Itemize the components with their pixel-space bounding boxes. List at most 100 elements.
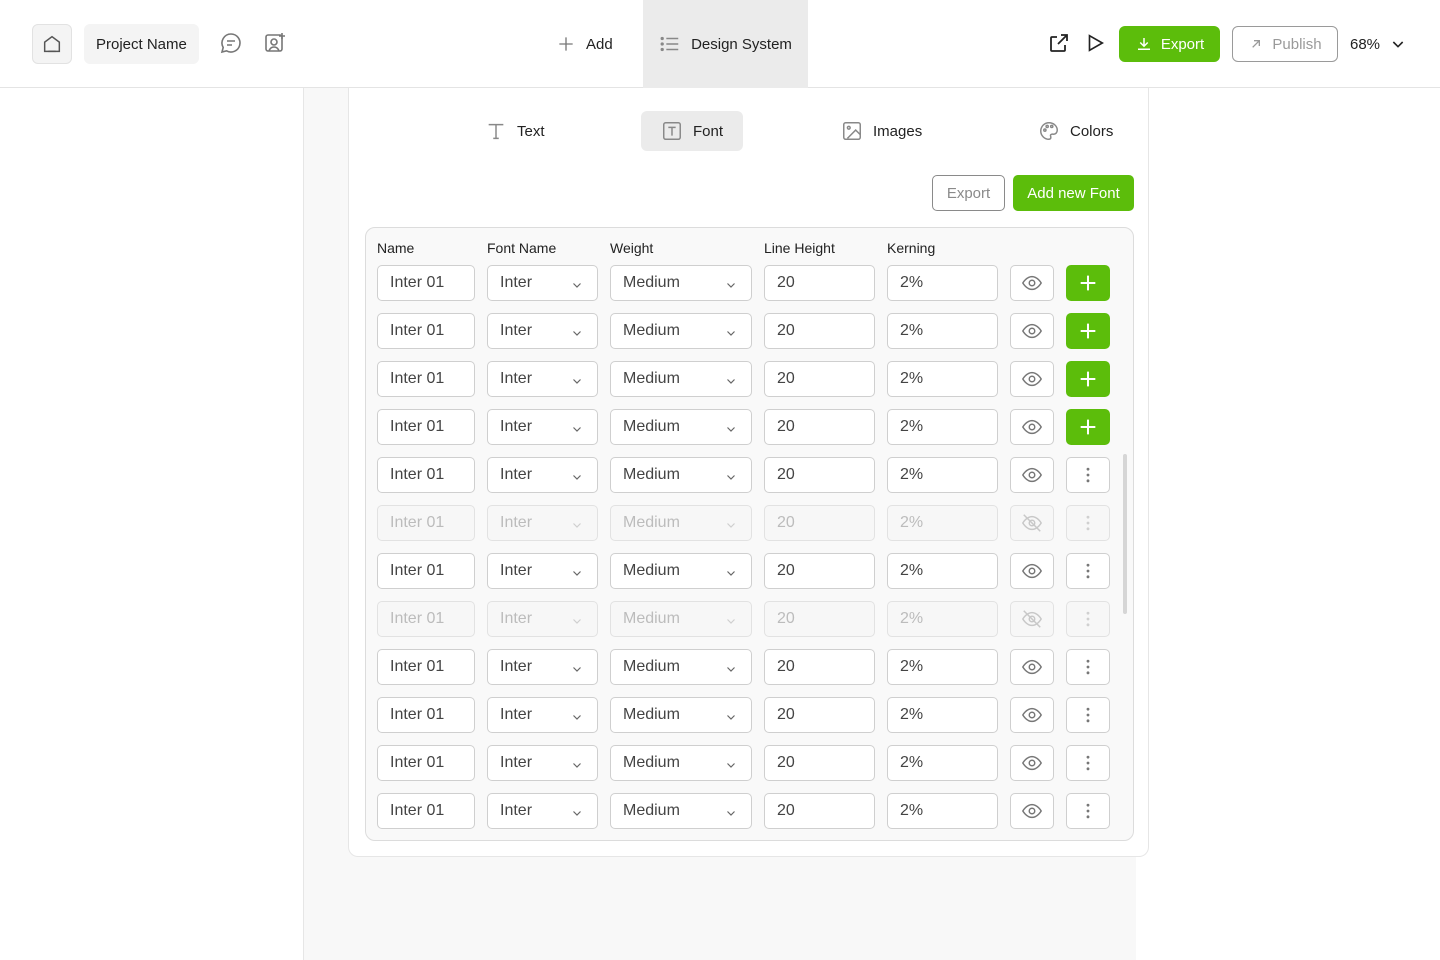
line-height-input[interactable]: 20 bbox=[764, 457, 875, 493]
open-external-button[interactable] bbox=[1046, 30, 1072, 56]
line-height-input[interactable]: 20 bbox=[764, 745, 875, 781]
weight-select[interactable]: Medium bbox=[610, 313, 752, 349]
weight-select[interactable]: Medium bbox=[610, 745, 752, 781]
kerning-input[interactable]: 2% bbox=[887, 649, 998, 685]
line-height-input[interactable]: 20 bbox=[764, 409, 875, 445]
kerning-input[interactable]: 2% bbox=[887, 553, 998, 589]
tab-colors[interactable]: Colors bbox=[1018, 111, 1133, 151]
publish-button[interactable]: Publish bbox=[1232, 26, 1338, 62]
tab-text[interactable]: Text bbox=[465, 111, 565, 151]
comment-button[interactable] bbox=[218, 30, 244, 56]
line-height-input[interactable]: 20 bbox=[764, 649, 875, 685]
scrollbar[interactable] bbox=[1123, 454, 1127, 614]
zoom-dropdown[interactable]: 68% bbox=[1350, 26, 1406, 62]
kerning-input[interactable]: 2% bbox=[887, 313, 998, 349]
home-button[interactable] bbox=[32, 24, 72, 64]
font-name-select[interactable]: Inter bbox=[487, 793, 598, 829]
add-new-font-button[interactable]: Add new Font bbox=[1013, 175, 1134, 211]
visibility-toggle[interactable] bbox=[1010, 313, 1054, 349]
font-name-select[interactable]: Inter bbox=[487, 553, 598, 589]
name-input[interactable]: Inter 01 bbox=[377, 361, 475, 397]
font-name-select[interactable]: Inter bbox=[487, 361, 598, 397]
weight-select[interactable]: Medium bbox=[610, 265, 752, 301]
line-height-input[interactable]: 20 bbox=[764, 697, 875, 733]
more-options-button[interactable] bbox=[1066, 649, 1110, 685]
visibility-toggle[interactable] bbox=[1010, 457, 1054, 493]
name-input[interactable]: Inter 01 bbox=[377, 745, 475, 781]
kerning-input[interactable]: 2% bbox=[887, 457, 998, 493]
weight-select[interactable]: Medium bbox=[610, 457, 752, 493]
more-options-button[interactable] bbox=[1066, 601, 1110, 637]
weight-select[interactable]: Medium bbox=[610, 601, 752, 637]
tab-font[interactable]: Font bbox=[641, 111, 743, 151]
kerning-input[interactable]: 2% bbox=[887, 505, 998, 541]
more-options-button[interactable] bbox=[1066, 793, 1110, 829]
font-name-select[interactable]: Inter bbox=[487, 265, 598, 301]
name-input[interactable]: Inter 01 bbox=[377, 553, 475, 589]
name-input[interactable]: Inter 01 bbox=[377, 457, 475, 493]
line-height-input[interactable]: 20 bbox=[764, 601, 875, 637]
weight-select[interactable]: Medium bbox=[610, 361, 752, 397]
more-options-button[interactable] bbox=[1066, 697, 1110, 733]
visibility-toggle[interactable] bbox=[1010, 553, 1054, 589]
font-name-select[interactable]: Inter bbox=[487, 745, 598, 781]
more-options-button[interactable] bbox=[1066, 745, 1110, 781]
name-input[interactable]: Inter 01 bbox=[377, 601, 475, 637]
kerning-input[interactable]: 2% bbox=[887, 745, 998, 781]
line-height-input[interactable]: 20 bbox=[764, 553, 875, 589]
name-input[interactable]: Inter 01 bbox=[377, 649, 475, 685]
weight-select[interactable]: Medium bbox=[610, 697, 752, 733]
kerning-input[interactable]: 2% bbox=[887, 601, 998, 637]
weight-select[interactable]: Medium bbox=[610, 553, 752, 589]
font-name-select[interactable]: Inter bbox=[487, 505, 598, 541]
weight-select[interactable]: Medium bbox=[610, 409, 752, 445]
kerning-input[interactable]: 2% bbox=[887, 697, 998, 733]
export-fonts-button[interactable]: Export bbox=[932, 175, 1005, 211]
font-name-select[interactable]: Inter bbox=[487, 697, 598, 733]
visibility-toggle[interactable] bbox=[1010, 361, 1054, 397]
kerning-input[interactable]: 2% bbox=[887, 361, 998, 397]
add-row-button[interactable] bbox=[1066, 361, 1110, 397]
line-height-input[interactable]: 20 bbox=[764, 313, 875, 349]
line-height-input[interactable]: 20 bbox=[764, 265, 875, 301]
add-row-button[interactable] bbox=[1066, 313, 1110, 349]
project-name[interactable]: Project Name bbox=[84, 24, 199, 64]
weight-select[interactable]: Medium bbox=[610, 793, 752, 829]
name-input[interactable]: Inter 01 bbox=[377, 697, 475, 733]
visibility-toggle[interactable] bbox=[1010, 793, 1054, 829]
name-input[interactable]: Inter 01 bbox=[377, 505, 475, 541]
visibility-toggle[interactable] bbox=[1010, 745, 1054, 781]
name-input[interactable]: Inter 01 bbox=[377, 313, 475, 349]
line-height-input[interactable]: 20 bbox=[764, 361, 875, 397]
font-name-select[interactable]: Inter bbox=[487, 601, 598, 637]
add-row-button[interactable] bbox=[1066, 265, 1110, 301]
visibility-toggle[interactable] bbox=[1010, 601, 1054, 637]
add-row-button[interactable] bbox=[1066, 409, 1110, 445]
font-name-select[interactable]: Inter bbox=[487, 457, 598, 493]
visibility-toggle[interactable] bbox=[1010, 697, 1054, 733]
name-input[interactable]: Inter 01 bbox=[377, 265, 475, 301]
add-button[interactable]: Add bbox=[556, 24, 613, 64]
name-input[interactable]: Inter 01 bbox=[377, 409, 475, 445]
weight-select[interactable]: Medium bbox=[610, 505, 752, 541]
line-height-input[interactable]: 20 bbox=[764, 505, 875, 541]
line-height-input[interactable]: 20 bbox=[764, 793, 875, 829]
kerning-input[interactable]: 2% bbox=[887, 409, 998, 445]
kerning-input[interactable]: 2% bbox=[887, 265, 998, 301]
more-options-button[interactable] bbox=[1066, 505, 1110, 541]
visibility-toggle[interactable] bbox=[1010, 505, 1054, 541]
visibility-toggle[interactable] bbox=[1010, 265, 1054, 301]
font-name-select[interactable]: Inter bbox=[487, 313, 598, 349]
more-options-button[interactable] bbox=[1066, 457, 1110, 493]
kerning-input[interactable]: 2% bbox=[887, 793, 998, 829]
preview-button[interactable] bbox=[1082, 30, 1108, 56]
export-button[interactable]: Export bbox=[1119, 26, 1220, 62]
visibility-toggle[interactable] bbox=[1010, 649, 1054, 685]
name-input[interactable]: Inter 01 bbox=[377, 793, 475, 829]
font-name-select[interactable]: Inter bbox=[487, 649, 598, 685]
visibility-toggle[interactable] bbox=[1010, 409, 1054, 445]
weight-select[interactable]: Medium bbox=[610, 649, 752, 685]
design-system-tab[interactable]: Design System bbox=[643, 0, 808, 88]
font-name-select[interactable]: Inter bbox=[487, 409, 598, 445]
tab-images[interactable]: Images bbox=[821, 111, 942, 151]
